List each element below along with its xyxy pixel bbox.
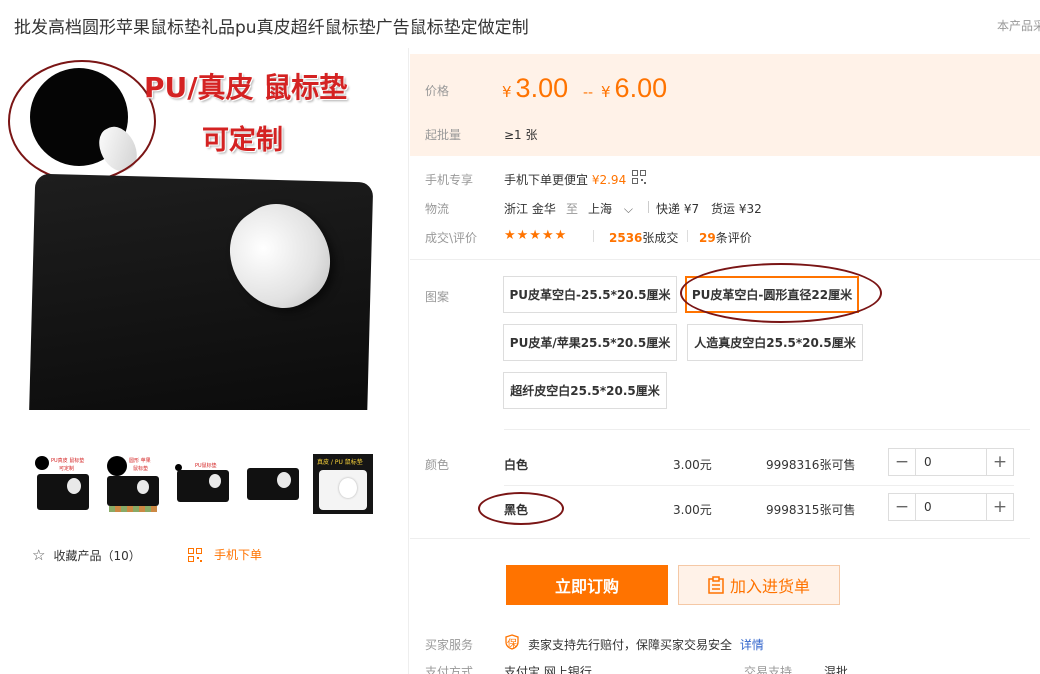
annotation-ellipse [478,492,564,525]
logistics-label: 物流 [425,202,450,216]
express-fee: 快递 ¥7 [656,202,700,216]
clipboard-icon [708,576,724,594]
deal-suffix: 张成交 [642,231,679,245]
qr-code-icon [188,548,202,562]
currency-symbol: ¥ [502,83,512,101]
divider [648,201,649,213]
mobile-order-link[interactable]: 手机下单 [188,546,262,563]
thumbnail-1[interactable]: PU真皮 鼠标垫 可定制 [33,454,93,514]
color-price: 3.00元 [673,458,712,472]
price-high: ¥6.00 [601,73,667,104]
color-name: 白色 [504,458,529,472]
buy-now-button[interactable]: 立即订购 [506,565,668,605]
annotation-circle [8,60,156,182]
color-price: 3.00元 [673,503,712,517]
product-notice: 本产品采 [997,19,1040,33]
favorite-label: 收藏产品（10） [53,549,141,563]
minus-button[interactable]: − [889,449,915,475]
quantity-input[interactable]: 0 [915,494,987,520]
rect-mousepad-image [28,173,374,410]
review-count: 29 [699,231,716,245]
guarantee-badge: 保 [507,639,517,650]
service-desc: 卖家支持先行赔付，保障买家交易安全 [528,638,733,652]
column-divider [408,48,409,674]
price-high-value: 6.00 [614,73,668,103]
payment-methods: 支付宝 网上银行 [504,665,592,674]
add-to-cart-label: 加入进货单 [729,577,810,596]
price-low-value: 3.00 [515,73,569,103]
deal-count: 2536 [609,231,643,245]
quantity-stepper[interactable]: − 0 + [888,493,1014,521]
thumbnail-3[interactable]: PU鼠标垫 [173,454,233,514]
payment-label: 支付方式 [425,665,474,674]
mobile-price: ¥2.94 [591,173,627,187]
price-low: ¥3.00 [502,73,568,104]
image-headline: PU/真皮 鼠标垫 [144,71,348,104]
pattern-label: 图案 [425,290,450,304]
buyer-service-label: 买家服务 [425,638,474,652]
service-text: 卖家支持先行赔付，保障买家交易安全 详情 [528,636,764,653]
thumbnail-5[interactable]: 真皮 / PU 鼠标垫 [313,454,373,514]
currency-symbol: ¥ [601,83,611,101]
moq-value: ≥1 张 [504,128,538,142]
mobile-exclusive-text: 手机下单更便宜 ¥2.94 [504,171,626,188]
ship-to-select[interactable]: 上海 ⌵ [588,200,633,217]
divider [410,538,1030,539]
rating-stars: ★★★★★ [504,228,568,243]
mobile-order-label: 手机下单 [214,548,263,562]
pattern-option[interactable]: PU皮革空白-25.5*20.5厘米 [503,276,677,313]
color-label: 颜色 [425,458,450,472]
add-to-cart-button[interactable]: 加入进货单 [678,565,840,605]
pattern-option[interactable]: PU皮革/苹果25.5*20.5厘米 [503,324,677,361]
star-outline-icon: ☆ [32,546,46,564]
quantity-input[interactable]: 0 [915,449,987,475]
annotation-ellipse [680,263,882,323]
divider [504,429,1030,430]
review-suffix: 条评价 [715,231,752,245]
plus-button[interactable]: + [987,494,1013,520]
price-separator: -- [583,85,594,101]
plus-button[interactable]: + [987,449,1013,475]
image-subline: 可定制 [202,125,283,156]
color-stock: 9998316张可售 [766,458,856,472]
favorite-button[interactable]: ☆ 收藏产品（10） [32,546,141,564]
product-title: 批发高档圆形苹果鼠标垫礼品pu真皮超纤鼠标垫广告鼠标垫定做定制 [14,18,529,38]
thumbnail-4[interactable] [243,454,303,514]
quantity-stepper[interactable]: − 0 + [888,448,1014,476]
ship-to-word: 至 [566,202,579,216]
minus-button[interactable]: − [889,494,915,520]
pattern-option[interactable]: 人造真皮空白25.5*20.5厘米 [687,324,863,361]
mobile-exclusive-label: 手机专享 [425,173,474,187]
trade-support-label: 交易支持 [744,665,793,674]
divider [410,259,1040,260]
ship-from: 浙江 金华 [504,202,556,216]
deal-review-label: 成交\评价 [425,231,478,245]
thumbnail-2[interactable]: 圆形 苹果 鼠标垫 [103,454,163,514]
color-stock: 9998315张可售 [766,503,856,517]
divider [593,230,594,242]
moq-label: 起批量 [425,128,462,142]
price-label: 价格 [425,84,450,98]
chevron-down-icon: ⌵ [623,202,633,216]
pattern-option[interactable]: 超纤皮空白25.5*20.5厘米 [503,372,667,409]
ship-to-value: 上海 [588,202,613,216]
deal-count-link[interactable]: 2536张成交 [609,229,678,246]
freight-fee: 货运 ¥32 [711,202,762,216]
review-count-link[interactable]: 29条评价 [699,229,752,246]
main-product-image[interactable]: PU/真皮 鼠标垫 可定制 [8,54,398,410]
divider [687,230,688,242]
qr-code-icon[interactable] [632,170,646,184]
details-link[interactable]: 详情 [740,638,764,652]
trade-support-value: 混批 [824,665,849,674]
divider [504,485,1014,486]
mobile-exclusive-desc: 手机下单更便宜 [504,173,589,187]
